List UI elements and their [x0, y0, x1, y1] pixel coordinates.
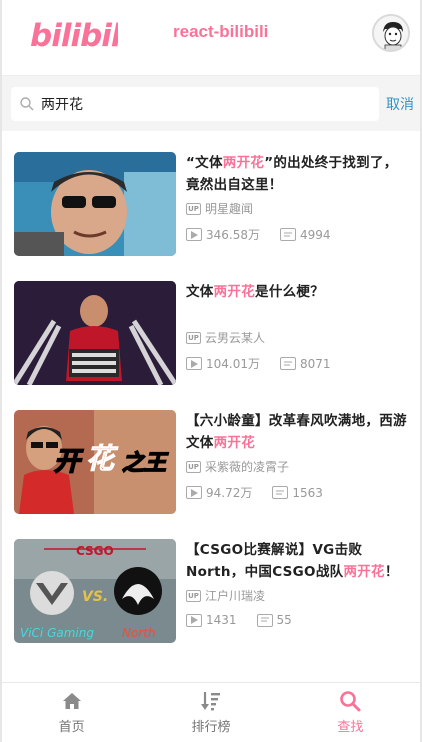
video-thumbnail[interactable]: 开 花 之王 — [14, 410, 176, 514]
play-count: 104.01万 — [186, 355, 260, 372]
stats-row: 1431 55 — [186, 613, 312, 627]
danmaku-count-value: 8071 — [300, 356, 331, 371]
play-icon — [186, 228, 202, 241]
video-item[interactable]: CSGO VS. ViCi Gaming North 【CSGO比赛解说】VG击… — [14, 539, 410, 645]
uploader-row: UP 明星趣闻 — [186, 200, 253, 217]
danmaku-count: 1563 — [272, 486, 323, 500]
video-thumbnail[interactable] — [14, 152, 176, 256]
search-icon — [20, 96, 34, 110]
video-info: 【CSGO比赛解说】VG击败North，中国CSGO战队两开花！ UP 江户川瑞… — [186, 539, 410, 645]
app-title: react-bilibili — [173, 22, 269, 41]
avatar-icon — [374, 16, 408, 50]
title-highlight: 两开花 — [343, 564, 385, 580]
title-text: 是什么梗？ — [255, 284, 325, 300]
play-count: 346.58万 — [186, 226, 260, 243]
stats-row: 346.58万 4994 — [186, 226, 351, 243]
uploader-name[interactable]: 云男云某人 — [205, 329, 265, 346]
video-title[interactable]: 【CSGO比赛解说】VG击败North，中国CSGO战队两开花！ — [186, 539, 410, 583]
video-thumbnail[interactable] — [14, 281, 176, 385]
app-root: bilibili react-bilibili 取消 — [0, 0, 422, 742]
svg-text:开: 开 — [54, 447, 84, 477]
video-item[interactable]: 文体两开花是什么梗？ UP 云男云某人 104.01万 8071 — [14, 281, 410, 387]
danmaku-icon — [272, 486, 289, 499]
tab-label: 查找 — [337, 720, 364, 735]
play-count: 94.72万 — [186, 484, 252, 501]
video-title[interactable]: 文体两开花是什么梗？ — [186, 281, 410, 303]
title-text: 【CSGO比赛解说】VG击败North，中国CSGO战队 — [186, 542, 363, 580]
danmaku-icon — [280, 228, 296, 241]
svg-text:之王: 之王 — [122, 450, 169, 476]
svg-text:CSGO: CSGO — [76, 544, 114, 558]
svg-text:VS.: VS. — [82, 589, 108, 605]
danmaku-count: 55 — [256, 613, 292, 627]
video-title[interactable]: 【六小龄童】改革春风吹满地，西游文体两开花 — [186, 410, 410, 454]
play-icon — [186, 613, 202, 627]
play-count: 1431 — [186, 613, 237, 627]
tab-search[interactable]: 查找 — [281, 683, 420, 742]
play-icon — [186, 486, 202, 499]
uploader-row: UP 江户川瑞凌 — [186, 587, 265, 604]
uploader-name[interactable]: 采紫薇的凌霄子 — [205, 458, 289, 475]
search-input[interactable] — [41, 95, 361, 112]
play-count-value: 94.72万 — [206, 486, 253, 500]
cancel-button[interactable]: 取消 — [386, 94, 414, 114]
home-icon — [62, 693, 81, 709]
video-info: “文体两开花”的出处终于找到了，竟然出自这里！ UP 明星趣闻 346.58万 … — [186, 152, 410, 258]
danmaku-count: 8071 — [280, 357, 331, 371]
tab-home[interactable]: 首页 — [2, 683, 141, 742]
tab-label: 首页 — [58, 720, 85, 735]
title-text: 文体 — [186, 284, 214, 300]
svg-text:ViCi Gaming: ViCi Gaming — [20, 626, 94, 640]
up-icon: UP — [186, 202, 201, 215]
title-text: ！ — [384, 564, 399, 580]
svg-text:North: North — [122, 626, 156, 640]
uploader-row: UP 云男云某人 — [186, 329, 265, 346]
search-bar: 取消 — [2, 76, 420, 131]
up-icon: UP — [186, 331, 201, 344]
video-thumbnail[interactable]: CSGO VS. ViCi Gaming North — [14, 539, 176, 643]
search-icon — [340, 691, 361, 712]
stats-row: 104.01万 8071 — [186, 355, 351, 372]
search-field[interactable] — [11, 86, 379, 121]
uploader-name[interactable]: 江户川瑞凌 — [205, 587, 265, 604]
title-highlight: 两开花 — [213, 435, 256, 451]
rank-icon — [200, 692, 220, 711]
tab-ranking[interactable]: 排行榜 — [141, 683, 280, 742]
video-title[interactable]: “文体两开花”的出处终于找到了，竟然出自这里！ — [186, 152, 410, 196]
video-info: 文体两开花是什么梗？ UP 云男云某人 104.01万 8071 — [186, 281, 410, 387]
danmaku-count-value: 1563 — [292, 485, 323, 500]
tab-label: 排行榜 — [191, 720, 231, 735]
play-count-value: 346.58万 — [206, 228, 260, 242]
video-item[interactable]: “文体两开花”的出处终于找到了，竟然出自这里！ UP 明星趣闻 346.58万 … — [14, 152, 410, 258]
title-text: “文体 — [186, 155, 223, 171]
title-highlight: 两开花 — [222, 155, 265, 171]
danmaku-count: 4994 — [280, 228, 331, 242]
play-icon — [186, 357, 202, 370]
play-count-value: 104.01万 — [206, 357, 260, 371]
danmaku-icon — [280, 357, 296, 370]
video-item[interactable]: 开 花 之王 【六小龄童】改革春风吹满地，西游文体两开花 UP 采紫薇的凌霄子 … — [14, 410, 410, 516]
header: bilibili react-bilibili — [2, 0, 420, 76]
bottom-tab-bar: 首页 排行榜 查找 — [2, 682, 420, 742]
danmaku-count-value: 4994 — [300, 227, 331, 242]
avatar[interactable] — [372, 14, 410, 52]
up-icon: UP — [186, 460, 201, 473]
up-icon: UP — [186, 589, 201, 602]
danmaku-count-value: 55 — [276, 613, 292, 627]
title-highlight: 两开花 — [213, 284, 256, 300]
uploader-name[interactable]: 明星趣闻 — [205, 200, 253, 217]
bilibili-logo[interactable]: bilibili — [30, 14, 118, 54]
uploader-row: UP 采紫薇的凌霄子 — [186, 458, 289, 475]
video-info: 【六小龄童】改革春风吹满地，西游文体两开花 UP 采紫薇的凌霄子 94.72万 … — [186, 410, 410, 516]
play-count-value: 1431 — [206, 613, 237, 627]
svg-text:bilibili: bilibili — [30, 18, 118, 54]
stats-row: 94.72万 1563 — [186, 484, 343, 501]
danmaku-icon — [256, 613, 273, 627]
